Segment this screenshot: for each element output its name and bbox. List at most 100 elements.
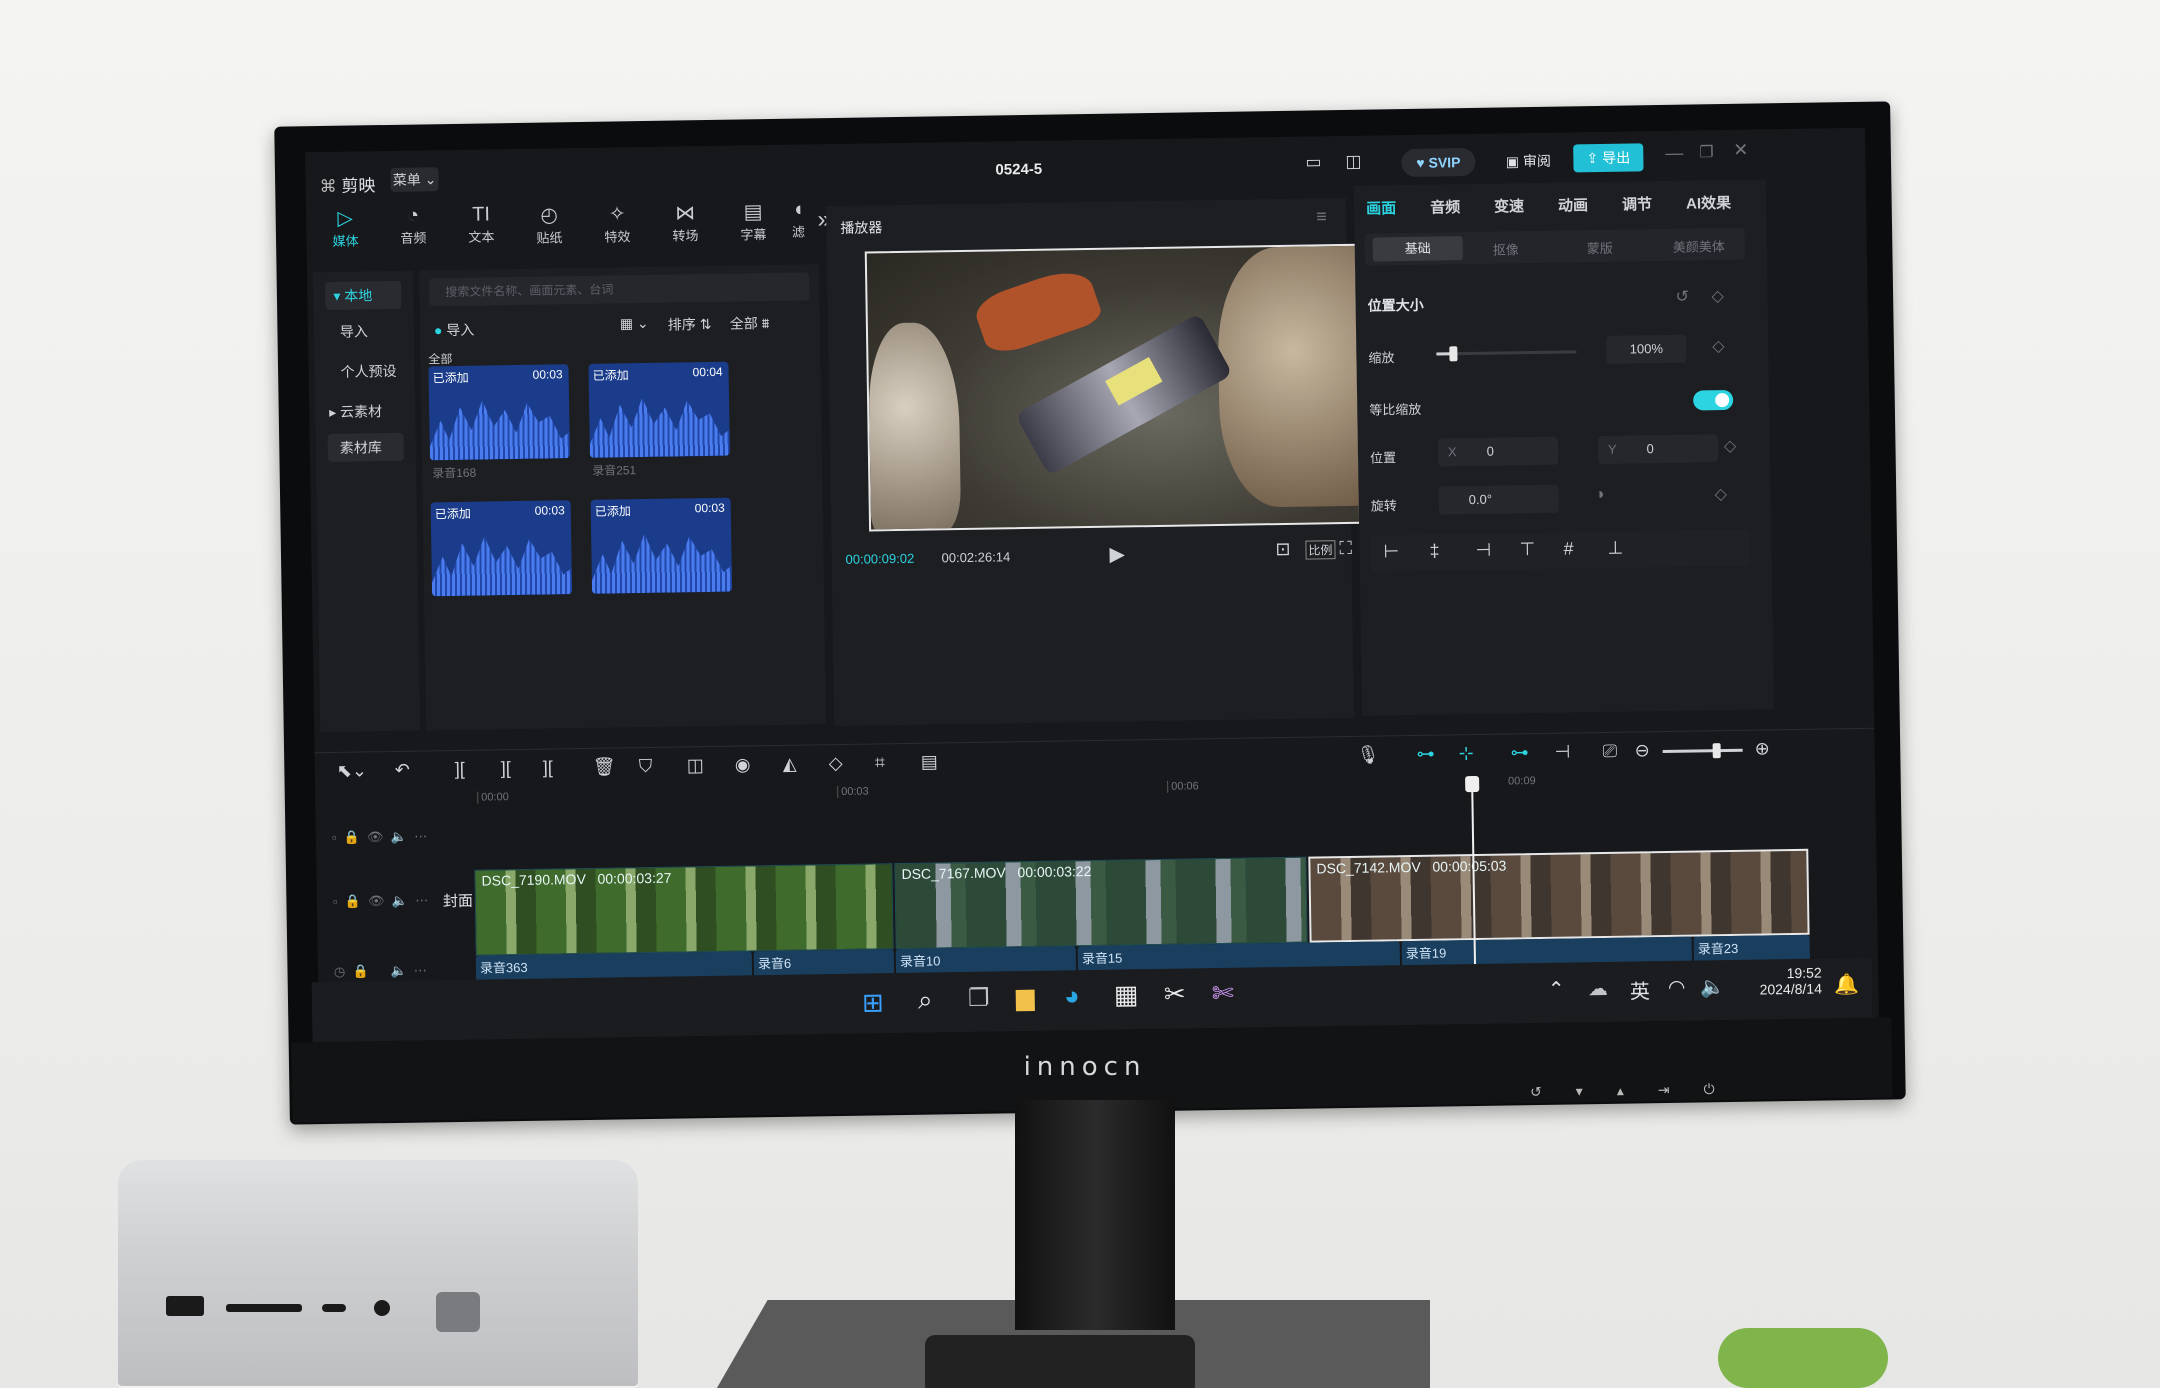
track-header-controls[interactable]: ◷ 🔒 🔈 ⋯ <box>334 962 427 979</box>
track-header-controls[interactable]: ▫ 🔒 👁 🔈 ⋯ <box>332 828 428 845</box>
tab-audio-props[interactable]: 音频 <box>1430 196 1460 217</box>
edge-icon[interactable]: ◕ <box>1064 980 1080 1011</box>
rotate-field[interactable]: 0.0° <box>1438 484 1559 515</box>
trim-right-icon[interactable]: ][ <box>543 757 553 778</box>
zoom-out-icon[interactable]: ⊖ <box>1635 740 1650 761</box>
undo-icon[interactable]: ↶ <box>395 760 410 781</box>
mirror-icon[interactable]: ◭ <box>783 754 797 775</box>
scale-slider[interactable] <box>1436 346 1577 362</box>
keyframe-icon[interactable]: ◇ <box>1711 286 1724 306</box>
keyframe-icon[interactable]: ◇ <box>1724 436 1737 456</box>
tab-effects[interactable]: ✧ 特效 <box>592 201 643 246</box>
rotate-icon[interactable]: ◇ <box>829 753 843 774</box>
panel-layout-icon[interactable]: ◫ <box>1345 152 1361 172</box>
sidebar-item-local[interactable]: ▾ 本地 <box>325 280 402 311</box>
tab-ai-effects[interactable]: AI效果 <box>1686 192 1731 214</box>
split-icon[interactable]: ][ <box>455 759 465 780</box>
video-clip-selected[interactable]: DSC_7142.MOV 00:00:05:03 <box>1308 848 1810 943</box>
crop-icon[interactable]: ⌗ <box>875 752 885 773</box>
fullscreen-icon[interactable]: ⛶ <box>1339 538 1352 559</box>
caption-edit-icon[interactable]: ▤ <box>921 751 938 772</box>
tab-animation[interactable]: 动画 <box>1558 194 1588 215</box>
position-y-field[interactable]: Y0 <box>1597 434 1719 465</box>
reset-icon[interactable]: ↺ <box>1675 287 1689 307</box>
player-menu-icon[interactable]: ≡ <box>1316 206 1327 227</box>
sidebar-item-cloud[interactable]: ▸ 云素材 <box>329 401 382 422</box>
notification-bell-icon[interactable]: 🔔 <box>1834 972 1859 997</box>
tab-audio[interactable]: ◔ 音频 <box>388 204 439 247</box>
tab-caption[interactable]: ▤ 字幕 <box>728 199 779 244</box>
svip-badge[interactable]: ♥ SVIP <box>1401 147 1476 178</box>
reverse-icon[interactable]: ◉ <box>735 754 751 775</box>
menu-button[interactable]: 菜单 ⌄ <box>390 167 439 192</box>
file-explorer-icon[interactable]: ▆ <box>1016 983 1035 1012</box>
search-input[interactable]: 搜索文件名称、画面元素、台词 <box>429 272 810 307</box>
tab-filter[interactable]: ◖ 滤 <box>786 198 811 240</box>
grid-view-icon[interactable]: ▦ ⌄ <box>620 315 649 332</box>
align-top-icon[interactable]: ⊤ <box>1519 539 1535 560</box>
wifi-icon[interactable]: ◠ <box>1668 975 1686 1000</box>
freeze-icon[interactable]: ◫ <box>687 755 704 776</box>
zoom-slider[interactable] <box>1662 743 1743 759</box>
tab-picture[interactable]: 画面 <box>1366 197 1396 218</box>
subtab-cutout[interactable]: 抠像 <box>1493 239 1519 258</box>
media-item[interactable]: 已添加 00:03 <box>590 497 733 594</box>
media-item[interactable]: 已添加 00:03 <box>430 500 573 597</box>
media-item[interactable]: 已添加 00:03 <box>428 364 570 461</box>
preview-icon[interactable]: ⎚ <box>1603 741 1618 762</box>
align-left-icon[interactable]: ⊢ <box>1383 541 1399 562</box>
sidebar-item-import[interactable]: 导入 <box>340 321 368 341</box>
align-right-icon[interactable]: ⊣ <box>1475 540 1491 561</box>
ime-indicator[interactable]: 英 <box>1630 975 1650 1004</box>
filter-button[interactable]: 全部 ⩩ <box>730 313 770 334</box>
volume-icon[interactable]: 🔈 <box>1700 974 1725 999</box>
align-bottom-icon[interactable]: ⊥ <box>1607 538 1623 559</box>
playhead-handle[interactable] <box>1465 775 1480 793</box>
rotate-dial-icon[interactable]: ◑ <box>1595 486 1605 504</box>
keyframe-icon[interactable]: ◇ <box>1714 484 1728 504</box>
align-hcenter-icon[interactable]: ‡ <box>1429 541 1439 562</box>
zoom-slider-handle[interactable] <box>1712 743 1721 759</box>
subtab-beauty[interactable]: 美颜美体 <box>1673 236 1725 256</box>
tab-speed[interactable]: 变速 <box>1494 195 1524 216</box>
tab-media[interactable]: ▷ 媒体 <box>320 205 371 250</box>
tab-adjust[interactable]: 调节 <box>1622 193 1652 214</box>
keyframe-icon[interactable]: ◇ <box>1712 336 1725 356</box>
windows-start-icon[interactable]: ⊞ <box>862 987 884 1018</box>
scale-value[interactable]: 100% <box>1606 334 1687 364</box>
onedrive-icon[interactable]: ☁ <box>1588 976 1608 1001</box>
capcut-icon[interactable]: ✂ <box>1164 979 1186 1010</box>
main-track-magnet-icon[interactable]: ⊶ <box>1417 744 1435 765</box>
trim-left-icon[interactable]: ][ <box>501 758 511 779</box>
restore-icon[interactable]: ❐ <box>1699 142 1714 162</box>
play-icon[interactable]: ▶ <box>1109 541 1125 566</box>
video-clip[interactable]: DSC_7167.MOV 00:00:03:22 <box>894 856 1308 950</box>
uniform-scale-toggle[interactable] <box>1693 389 1734 411</box>
review-button[interactable]: ▣ 审阅 <box>1491 147 1565 176</box>
fit-screen-icon[interactable]: ⊡ <box>1275 539 1290 560</box>
video-preview[interactable] <box>864 243 1362 532</box>
sort-button[interactable]: 排序 ⇅ <box>668 314 712 335</box>
tab-transition[interactable]: ⋈ 转场 <box>660 200 711 245</box>
monitor-buttons[interactable]: ↺▾▴⇥⏻ <box>1530 1080 1749 1100</box>
sidebar-item-presets[interactable]: 个人预设 <box>340 361 396 382</box>
close-icon[interactable]: ✕ <box>1733 140 1748 161</box>
zoom-in-icon[interactable]: ⊕ <box>1754 738 1769 759</box>
snipping-tool-icon[interactable]: ✄ <box>1212 978 1234 1009</box>
subtab-mask[interactable]: 蒙版 <box>1587 238 1613 257</box>
search-icon[interactable]: ⌕ <box>918 985 933 1017</box>
tab-sticker[interactable]: ◴ 贴纸 <box>524 202 575 247</box>
scale-slider-handle[interactable] <box>1449 346 1458 362</box>
video-clip[interactable]: DSC_7190.MOV 00:00:03:27 <box>474 863 894 956</box>
preview-axis-icon[interactable]: ⊣ <box>1555 742 1571 763</box>
layout-icon[interactable]: ▭ <box>1305 152 1321 172</box>
export-button[interactable]: ⇪ 导出 <box>1573 143 1644 173</box>
store-icon[interactable]: ▦ <box>1114 979 1139 1010</box>
select-tool-icon[interactable]: ⬉⌄ <box>337 760 367 781</box>
cover-button[interactable]: 封面 <box>443 890 473 911</box>
ratio-button[interactable]: 比例 <box>1305 540 1336 560</box>
position-x-field[interactable]: X0 <box>1437 436 1559 467</box>
tab-text[interactable]: TI 文本 <box>456 203 507 246</box>
import-button[interactable]: ● 导入 <box>434 320 475 341</box>
task-view-icon[interactable]: ❐ <box>968 984 990 1013</box>
